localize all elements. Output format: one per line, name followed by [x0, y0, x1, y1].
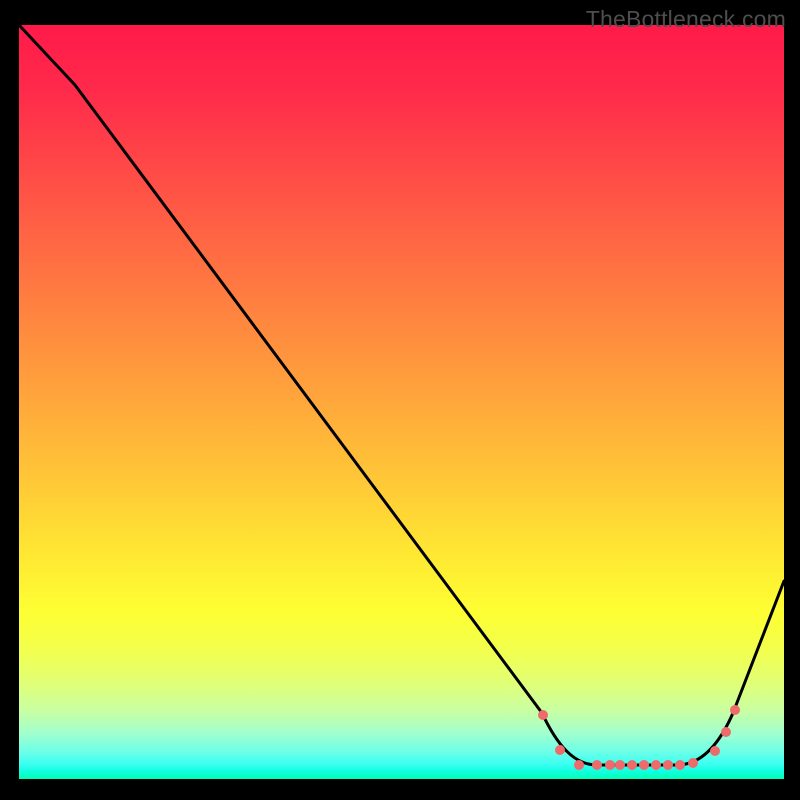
watermark-text: TheBottleneck.com [586, 6, 786, 33]
curve-path [19, 25, 784, 765]
curve-dots [538, 705, 740, 770]
chart-container: TheBottleneck.com [0, 0, 800, 800]
bottleneck-curve [19, 25, 784, 779]
